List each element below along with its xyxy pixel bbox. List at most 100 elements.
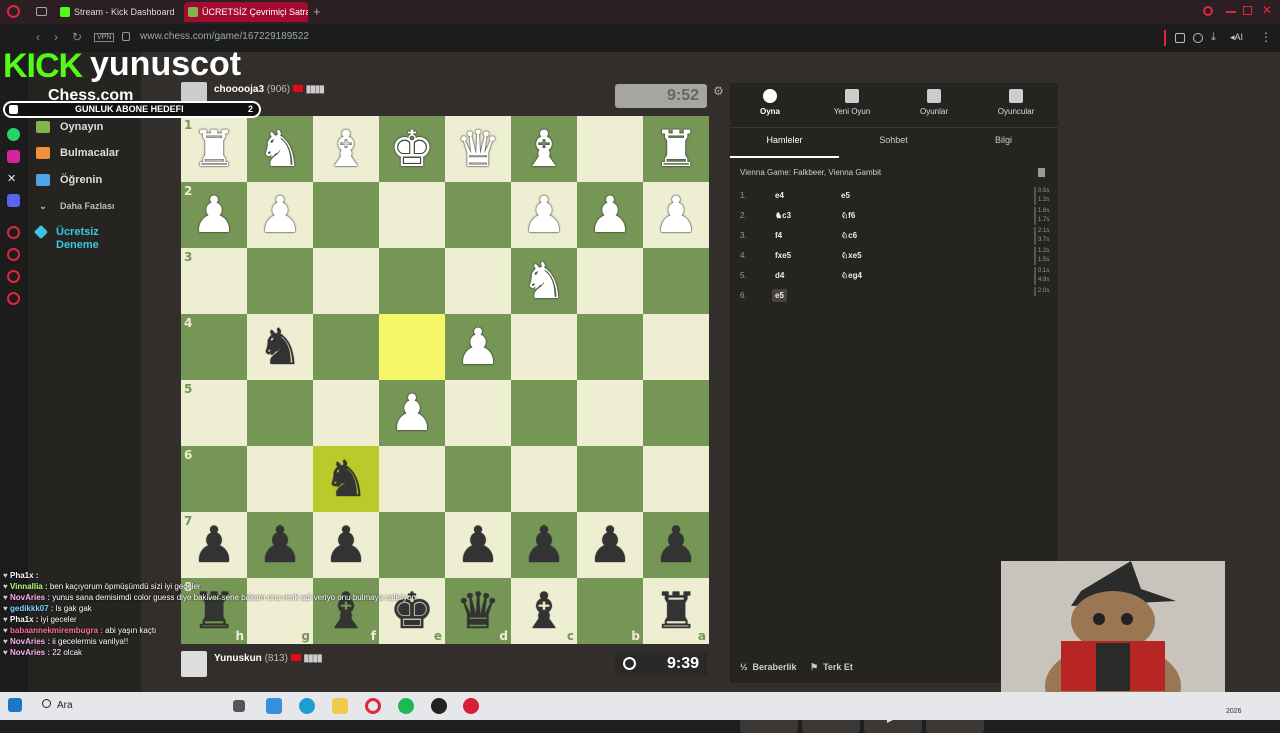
task-view-icon[interactable] <box>233 700 245 712</box>
workspaces-icon[interactable] <box>36 7 47 16</box>
board-square[interactable] <box>511 380 577 446</box>
chat-username[interactable]: NovAries : <box>10 648 50 657</box>
board-square[interactable] <box>313 182 379 248</box>
board-square[interactable]: ♟ <box>445 512 511 578</box>
nav-learn[interactable]: Öğrenin <box>36 174 102 187</box>
nav-puzzles[interactable]: Bulmacalar <box>36 147 119 160</box>
board-square[interactable] <box>313 380 379 446</box>
subtab-info[interactable]: Bilgi <box>949 135 1058 145</box>
board-square[interactable]: 7 ♟ <box>181 512 247 578</box>
board-square[interactable] <box>445 446 511 512</box>
tab-chess[interactable]: ÜCRETSİZ Çevrimiçi Satran <box>184 2 308 22</box>
white-bishop-icon[interactable]: ♝ <box>324 124 369 174</box>
black-move[interactable] <box>838 289 844 293</box>
black-pawn-icon[interactable]: ♟ <box>192 520 237 570</box>
extensions-icon[interactable] <box>1175 33 1185 43</box>
board-square[interactable] <box>247 380 313 446</box>
app-red-icon[interactable] <box>463 698 479 714</box>
white-pawn-icon[interactable]: ♟ <box>192 190 237 240</box>
resign-button[interactable]: ⚑ Terk Et <box>810 662 853 673</box>
white-pawn-icon[interactable]: ♟ <box>390 388 435 438</box>
board-square[interactable] <box>577 248 643 314</box>
board-square[interactable]: ♟ <box>247 512 313 578</box>
board-square[interactable] <box>313 314 379 380</box>
board-square[interactable] <box>379 248 445 314</box>
subtab-moves[interactable]: Hamleler <box>730 135 839 145</box>
white-queen-icon[interactable]: ♛ <box>456 124 501 174</box>
nav-more[interactable]: ⌄ Daha Fazlası <box>36 201 114 212</box>
board-square[interactable] <box>511 314 577 380</box>
board-square[interactable] <box>511 446 577 512</box>
board-square[interactable] <box>643 380 709 446</box>
edge-icon[interactable] <box>299 698 315 714</box>
chat-username[interactable]: Vinnallia : <box>10 582 48 591</box>
black-rook-icon[interactable]: ♜ <box>654 586 699 636</box>
board-square[interactable] <box>313 248 379 314</box>
white-knight-icon[interactable]: ♞ <box>258 124 303 174</box>
board-square[interactable]: ♟ <box>577 182 643 248</box>
board-square[interactable] <box>577 116 643 182</box>
white-move[interactable]: d4 <box>772 269 787 282</box>
url-field[interactable]: www.chess.com/game/167229189522 <box>140 31 309 42</box>
board-square[interactable] <box>379 446 445 512</box>
nav-free-trial[interactable]: Ücretsiz Deneme <box>33 225 136 252</box>
board-square[interactable]: g <box>247 578 313 644</box>
board-square[interactable]: ♟ <box>379 380 445 446</box>
board-square[interactable]: ♟ <box>577 512 643 578</box>
draw-button[interactable]: ½ Beraberlik <box>740 662 797 672</box>
minimize-icon[interactable] <box>1226 11 1236 13</box>
board-square[interactable]: ♛ <box>445 116 511 182</box>
board-square[interactable] <box>577 446 643 512</box>
board-square[interactable] <box>445 182 511 248</box>
tab-play[interactable]: Oyna <box>730 89 810 116</box>
white-move[interactable]: fxe5 <box>772 249 794 262</box>
new-tab-button[interactable]: + <box>313 4 321 19</box>
white-move[interactable]: e5 <box>772 289 787 302</box>
black-pawn-icon[interactable]: ♟ <box>456 520 501 570</box>
board-square[interactable]: ♟ <box>643 182 709 248</box>
search-icon[interactable] <box>1203 6 1213 16</box>
board-square[interactable]: d ♛ <box>445 578 511 644</box>
white-move[interactable]: e4 <box>772 189 787 202</box>
white-knight-icon[interactable]: ♞ <box>522 256 567 306</box>
windows-start-icon[interactable] <box>8 698 22 712</box>
trash-icon[interactable] <box>1038 168 1045 177</box>
history-icon[interactable] <box>7 248 20 261</box>
board-square[interactable] <box>643 446 709 512</box>
black-move[interactable]: ♘f6 <box>838 209 858 222</box>
board-square[interactable]: ♝ <box>313 116 379 182</box>
black-pawn-icon[interactable]: ♟ <box>522 520 567 570</box>
board-square[interactable]: ♟ <box>247 182 313 248</box>
tab-games[interactable]: Oyunlar <box>894 89 974 116</box>
board-square[interactable]: c ♝ <box>511 578 577 644</box>
board-square[interactable]: ♚ <box>379 116 445 182</box>
settings-icon[interactable] <box>7 292 20 305</box>
black-move[interactable]: e5 <box>838 189 853 202</box>
opera-icon[interactable] <box>365 698 381 714</box>
discord-icon[interactable] <box>7 194 20 207</box>
board-square[interactable] <box>445 248 511 314</box>
maximize-icon[interactable] <box>1243 6 1252 15</box>
white-pawn-icon[interactable]: ♟ <box>456 322 501 372</box>
chat-username[interactable]: babaannekmirembugra : <box>10 626 103 635</box>
board-square[interactable]: ♞ <box>313 446 379 512</box>
file-explorer-icon[interactable] <box>332 698 348 714</box>
board-square[interactable]: 6 <box>181 446 247 512</box>
black-move[interactable]: ♘xe5 <box>838 249 865 262</box>
board-square[interactable]: 2 ♟ <box>181 182 247 248</box>
obs-icon[interactable] <box>431 698 447 714</box>
board-square[interactable] <box>247 248 313 314</box>
black-move[interactable]: ♘eg4 <box>838 269 865 282</box>
board-square[interactable] <box>577 314 643 380</box>
board-square[interactable]: ♜ <box>643 116 709 182</box>
x-icon[interactable]: ✕ <box>7 172 20 185</box>
forward-icon[interactable]: › <box>54 30 58 44</box>
board-square[interactable]: ♟ <box>643 512 709 578</box>
white-pawn-icon[interactable]: ♟ <box>588 190 633 240</box>
board-square[interactable]: a ♜ <box>643 578 709 644</box>
board-square[interactable]: 4 <box>181 314 247 380</box>
top-player-name[interactable]: chooooja3 (906) ▮▮▮▮ <box>214 84 325 95</box>
black-pawn-icon[interactable]: ♟ <box>588 520 633 570</box>
vpn-badge[interactable]: VPN <box>94 33 115 42</box>
chat-username[interactable]: gedikkk07 : <box>10 604 54 613</box>
